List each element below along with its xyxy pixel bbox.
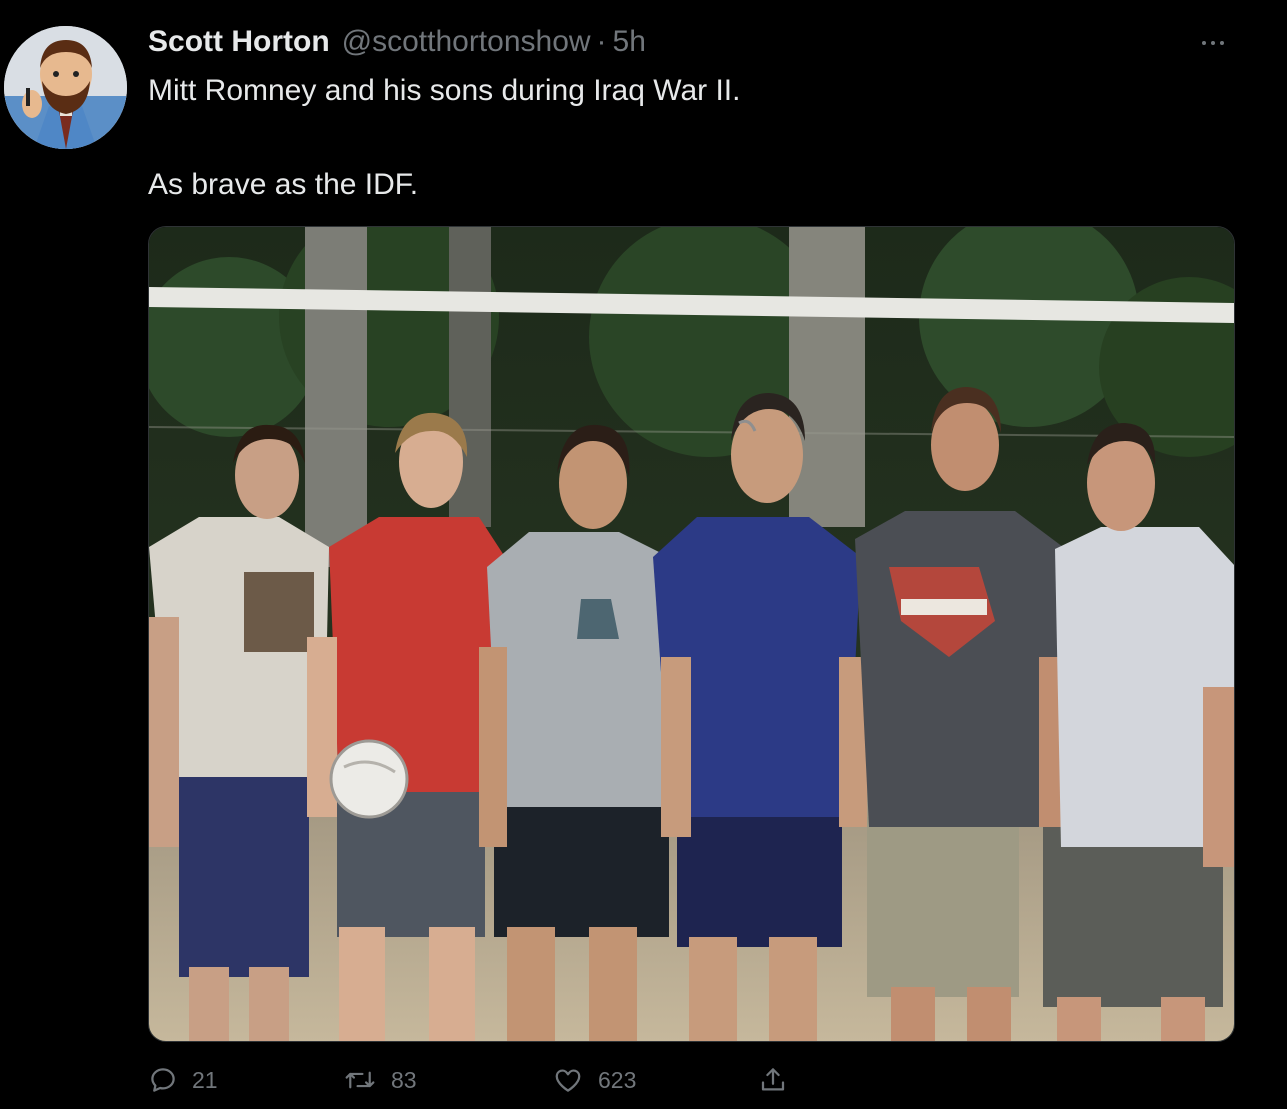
retweet-icon xyxy=(345,1071,375,1089)
avatar-image xyxy=(4,26,127,149)
share-button[interactable] xyxy=(758,1060,788,1100)
author-handle[interactable]: @scotthortonshow xyxy=(342,25,591,59)
separator-dot: · xyxy=(596,25,607,58)
reply-button[interactable]: 21 xyxy=(148,1060,218,1100)
author-name[interactable]: Scott Horton xyxy=(148,25,330,59)
tweet-text-line-1: Mitt Romney and his sons during Iraq War… xyxy=(148,74,741,107)
like-count: 623 xyxy=(598,1066,637,1093)
like-button[interactable]: 623 xyxy=(552,1060,636,1100)
more-options-button[interactable] xyxy=(1196,28,1236,58)
tweet-text-line-2: As brave as the IDF. xyxy=(148,168,419,201)
retweet-count: 83 xyxy=(391,1066,417,1093)
heart-icon xyxy=(555,1069,581,1092)
reply-icon xyxy=(151,1068,175,1092)
reply-count: 21 xyxy=(192,1066,218,1093)
ellipsis-icon xyxy=(1202,41,1206,45)
tweet-media-photo[interactable] xyxy=(148,226,1235,1042)
tweet-header: Scott Horton @scotthortonshow · 5h xyxy=(148,24,646,60)
photo-image xyxy=(149,227,1234,1041)
tweet: Scott Horton @scotthortonshow · 5h Mitt … xyxy=(0,0,1287,1109)
retweet-button[interactable]: 83 xyxy=(343,1060,417,1100)
timestamp[interactable]: 5h xyxy=(613,25,646,59)
share-icon xyxy=(761,1068,785,1091)
avatar[interactable] xyxy=(4,26,127,149)
tweet-actions: 21 83 623 xyxy=(148,1060,848,1100)
